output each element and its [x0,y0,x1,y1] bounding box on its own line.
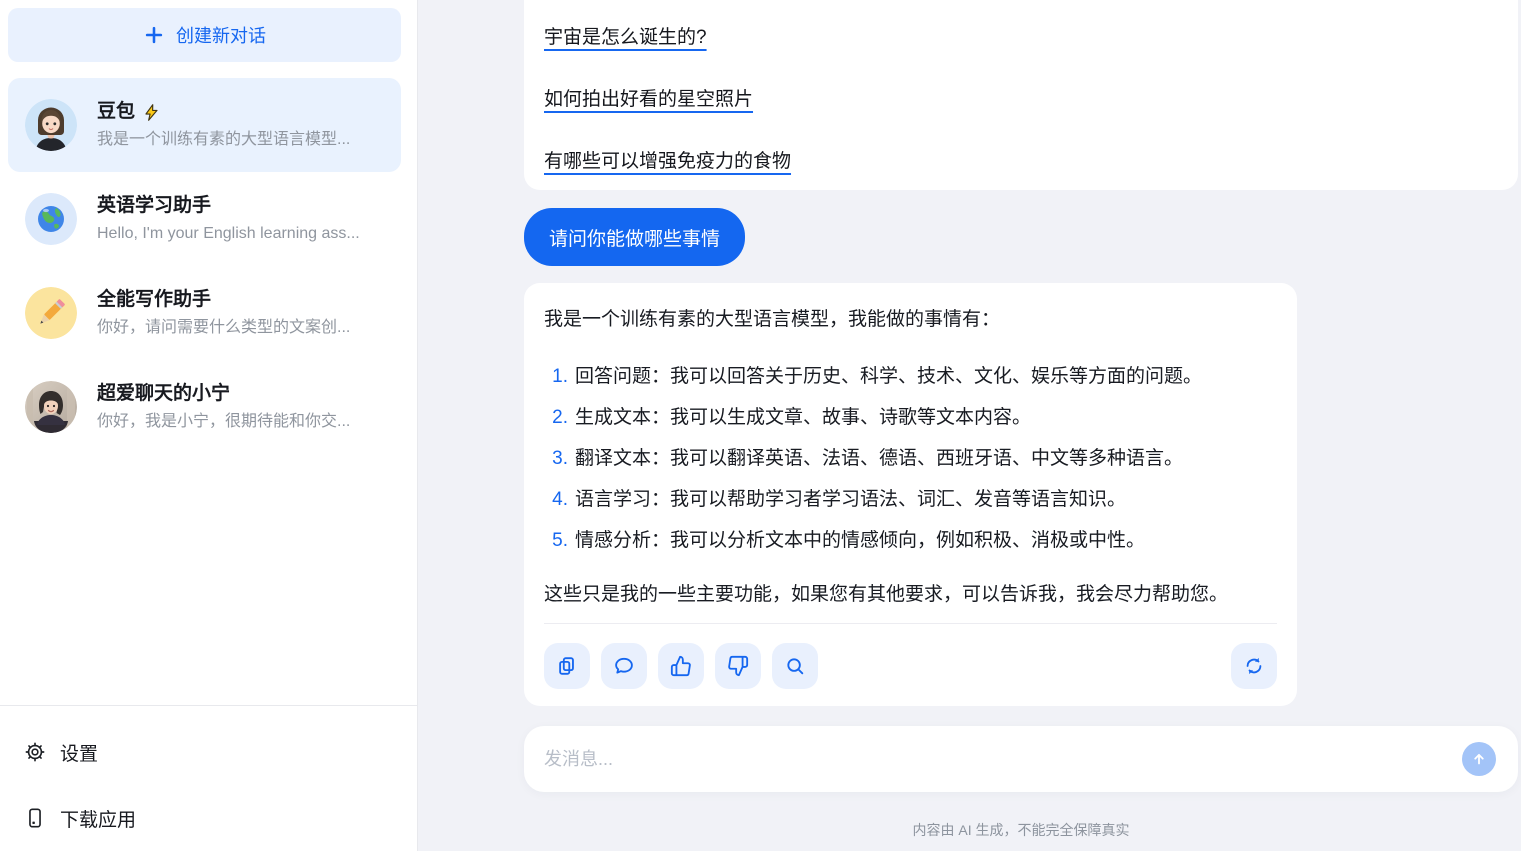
suggestion-link-immunity-foods[interactable]: 有哪些可以增强免疫力的食物 [544,150,791,174]
globe-avatar [25,193,77,245]
pencil-avatar [25,287,77,339]
user-message-bubble: 请问你能做哪些事情 [524,208,746,266]
lightning-icon [145,103,158,121]
reply-actions [544,643,1277,689]
reply-divider [544,623,1277,624]
reply-intro: 我是一个训练有素的大型语言模型，我能做的事情有： [544,309,1001,330]
chat-title: 全能写作助手 [97,289,212,310]
chat-item-xiaoning[interactable]: 超爱聊天的小宁 你好，我是小宁，很期待能和你交... [8,360,401,454]
suggested-questions-card: 宇宙是怎么诞生的? 如何拍出好看的星空照片 有哪些可以增强免疫力的食物 [524,0,1518,190]
reply-list-item: 5. 情感分析：我可以分析文本中的情感倾向，例如积极、消极或中性。 [552,530,1146,551]
reply-list: 1. 回答问题：我可以回答关于历史、科学、技术、文化、娱乐等方面的问题。 2. … [544,364,1277,554]
reply-list-item: 3. 翻译文本：我可以翻译英语、法语、德语、西班牙语、中文等多种语言。 [552,448,1184,469]
woman-photo-avatar [25,381,77,433]
search-button[interactable] [772,643,818,689]
thumbs-down-icon [728,655,749,677]
refresh-icon [1246,657,1262,675]
thumbs-up-icon [670,655,691,677]
comment-icon [615,657,633,674]
chat-title: 豆包 [97,101,136,122]
chat-preview: 我是一个训练有素的大型语言模型... [97,131,351,148]
chat-title: 超爱聊天的小宁 [97,383,231,404]
chat-preview: 你好，我是小宁，很期待能和你交... [97,413,351,430]
reply-outro: 这些只是我的一些主要功能，如果您有其他要求，可以告诉我，我会尽力帮助您。 [544,584,1229,605]
copy-button[interactable] [544,643,590,689]
user-message-text: 请问你能做哪些事情 [549,228,721,250]
new-chat-label: 创建新对话 [176,26,266,46]
settings-label: 设置 [60,743,99,765]
plus-icon [145,26,163,44]
chat-item-doubao[interactable]: 豆包 我是一个训练有素的大型语言模型... [8,78,401,172]
suggestion-link-starry-photos[interactable]: 如何拍出好看的星空照片 [544,88,753,112]
settings-item[interactable]: 设置 [0,736,417,768]
download-label: 下载应用 [60,809,137,831]
thumbs-up-button[interactable] [658,643,704,689]
assistant-reply-card: 我是一个训练有素的大型语言模型，我能做的事情有： 1. 回答问题：我可以回答关于… [524,283,1297,706]
doubao-avatar [25,99,77,151]
chat-main: 宇宙是怎么诞生的? 如何拍出好看的星空照片 有哪些可以增强免疫力的食物 请问你能… [418,0,1521,851]
sidebar-footer: 设置 下载应用 [0,705,417,851]
reply-list-item: 1. 回答问题：我可以回答关于历史、科学、技术、文化、娱乐等方面的问题。 [552,366,1203,387]
thumbs-down-button[interactable] [715,643,761,689]
new-chat-button[interactable]: 创建新对话 [8,8,401,62]
message-composer [524,726,1518,792]
chat-preview: Hello, I'm your English learning ass... [97,225,360,242]
suggestion-link-universe[interactable]: 宇宙是怎么诞生的? [544,26,707,50]
reply-list-item: 2. 生成文本：我可以生成文章、故事、诗歌等文本内容。 [552,407,1032,428]
regenerate-button[interactable] [1231,643,1277,689]
search-icon [787,658,804,675]
chat-item-english-assistant[interactable]: 英语学习助手 Hello, I'm your English learning … [8,172,401,266]
copy-icon [559,657,574,675]
gear-icon [25,742,45,762]
chat-preview: 你好，请问需要什么类型的文案创... [97,319,351,336]
chat-list: 豆包 我是一个训练有素的大型语言模型... 英语学习助手 Hello, I'm … [8,78,401,454]
send-arrow-icon [1474,753,1484,765]
sidebar: 创建新对话 豆包 我是一个训练有素的大型语言模型... 英语学习助手 Hello… [0,0,418,851]
chat-item-writing-assistant[interactable]: 全能写作助手 你好，请问需要什么类型的文案创... [8,266,401,360]
phone-icon [29,808,41,828]
reply-list-item: 4. 语言学习：我可以帮助学习者学习语法、词汇、发音等语言知识。 [552,489,1127,510]
comment-button[interactable] [601,643,647,689]
ai-disclaimer: 内容由 AI 生成，不能完全保障真实 [912,822,1130,838]
message-input[interactable] [544,748,1462,770]
send-button[interactable] [1462,742,1496,776]
download-app-item[interactable]: 下载应用 [0,802,417,834]
chat-title: 英语学习助手 [97,195,212,216]
